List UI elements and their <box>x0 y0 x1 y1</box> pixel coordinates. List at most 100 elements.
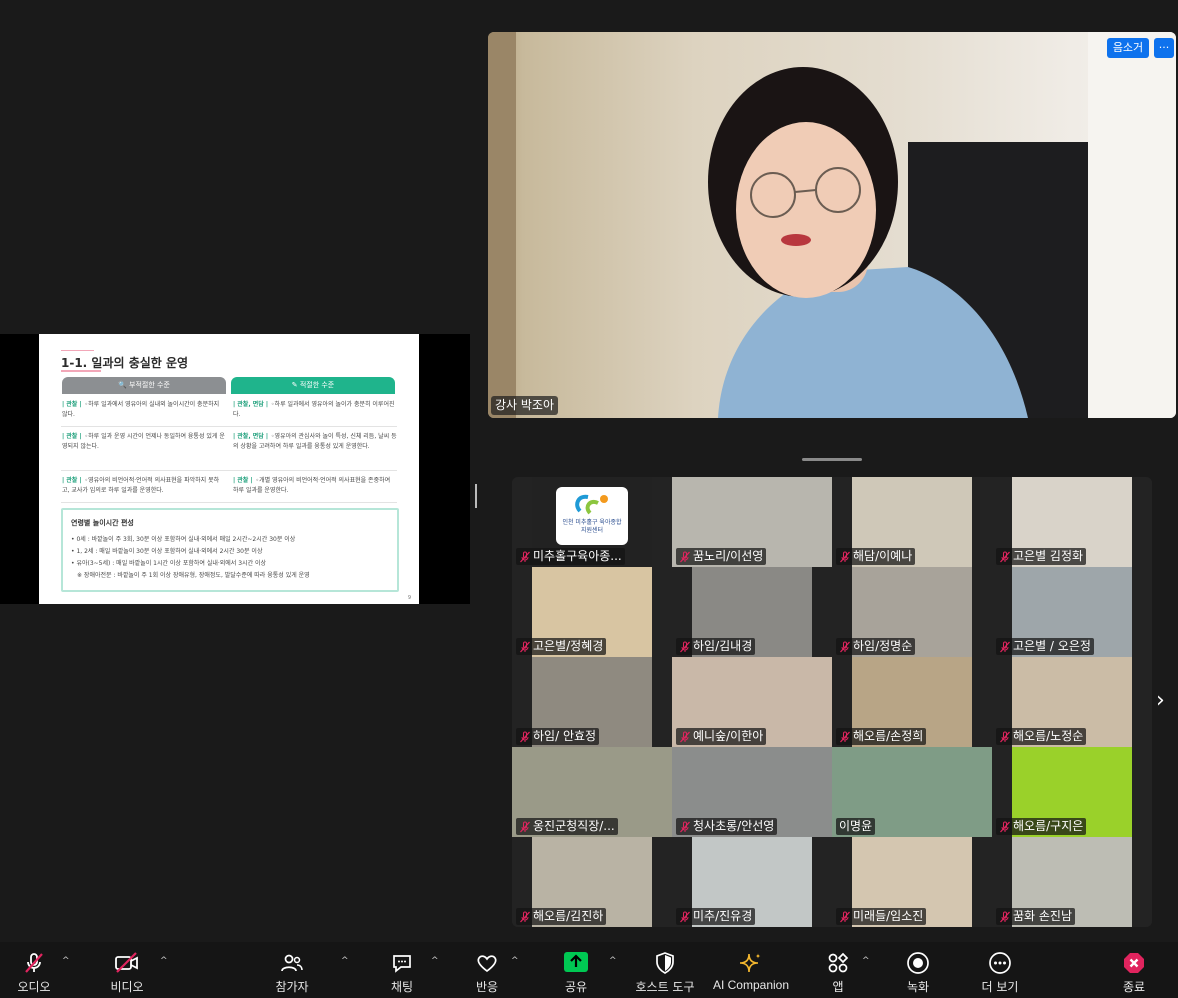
end-meeting-button[interactable]: 종료 <box>1104 942 1164 998</box>
participant-tile[interactable]: 인천 미추홀구 육아종합지원센터미추홀구육아종... <box>512 477 672 567</box>
chat-button[interactable]: 채팅 <box>372 942 432 998</box>
split-view-divider[interactable] <box>475 484 477 508</box>
participant-tile[interactable]: 꿈화 손진남 <box>992 837 1152 927</box>
video-button[interactable]: 비디오 <box>97 942 157 998</box>
participant-name: 옹진군청직장/... <box>533 819 615 833</box>
participants-options-caret-icon[interactable]: ^ <box>341 956 349 966</box>
apps-button[interactable]: 앱 <box>808 942 868 998</box>
participant-tile[interactable]: 미래들/임소진 <box>832 837 992 927</box>
participants-icon <box>281 954 303 972</box>
audio-label: 오디오 <box>17 980 51 994</box>
participant-name: 하임/김내경 <box>693 639 753 653</box>
resize-handle[interactable] <box>802 458 862 461</box>
more-dots-icon <box>989 952 1011 974</box>
play-time-line: • 1, 2세 : 매일 바깥놀이 30분 이상 포함하여 실내·외에서 2시간… <box>71 548 263 555</box>
logo-mark-icon <box>575 494 608 515</box>
next-page-chevron-icon[interactable]: › <box>1156 688 1165 713</box>
share-screen-icon <box>564 952 588 972</box>
microphone-muted-icon <box>1000 731 1010 742</box>
participant-name: 해담/이예나 <box>853 549 913 563</box>
record-button[interactable]: 녹화 <box>888 942 948 998</box>
apps-options-caret-icon[interactable]: ^ <box>862 956 870 966</box>
participant-tile[interactable]: 하임/김내경 <box>672 567 832 657</box>
participant-name-tag: 미래들/임소진 <box>836 908 927 925</box>
chat-options-caret-icon[interactable]: ^ <box>431 956 439 966</box>
participant-name: 청사초롱/안선영 <box>693 819 775 833</box>
slide-title: 1-1. 일과의 충실한 운영 <box>61 356 189 370</box>
participant-name-tag: 꿈화 손진남 <box>996 908 1076 925</box>
host-tools-button[interactable]: 호스트 도구 <box>630 942 700 998</box>
participant-tile[interactable]: 청사초롱/안선영 <box>672 747 832 837</box>
video-label: 비디오 <box>110 980 144 994</box>
participant-name-tag: 해오름/손정희 <box>836 728 927 745</box>
participant-gallery: 인천 미추홀구 육아종합지원센터 미추홀구육아종... 꿈노리/이선영 해담/이예나 고… <box>512 477 1152 927</box>
participant-tile[interactable]: 해오름/손정희 <box>832 657 992 747</box>
active-speaker-video[interactable]: 음소거 ··· 강사 박조아 <box>488 32 1176 418</box>
record-label: 녹화 <box>906 980 930 994</box>
adequate-level-header: ✎ 적절한 수준 <box>231 377 395 394</box>
participant-tile[interactable]: 해담/이예나 <box>832 477 992 567</box>
ai-companion-button[interactable]: AI Companion <box>706 942 796 998</box>
microphone-muted-icon <box>25 953 43 973</box>
participant-name: 해오름/노정순 <box>1013 729 1084 743</box>
play-time-box-title: 연령별 놀이시간 편성 <box>71 519 134 527</box>
audio-options-caret-icon[interactable]: ^ <box>62 956 70 966</box>
meeting-toolbar: 오디오 ^ 비디오 ^ 참가자 ^ 채팅 ^ 반응 ^ 공유 ^ 호스트 도구 … <box>0 942 1178 998</box>
reactions-label: 반응 <box>475 980 499 994</box>
more-options-button[interactable]: ··· <box>1154 38 1174 58</box>
participant-name: 해오름/구지은 <box>1013 819 1084 833</box>
participant-tile[interactable]: 하임/정명순 <box>832 567 992 657</box>
play-time-box: 연령별 놀이시간 편성 • 0세 : 바깥놀이 주 3회, 30분 이상 포함하… <box>61 508 399 592</box>
share-button[interactable]: 공유 <box>546 942 606 998</box>
participant-name-tag: 해담/이예나 <box>836 548 916 565</box>
share-options-caret-icon[interactable]: ^ <box>609 956 617 966</box>
reactions-options-caret-icon[interactable]: ^ <box>511 956 519 966</box>
microphone-muted-icon <box>520 551 530 562</box>
participants-button[interactable]: 참가자 <box>262 942 322 998</box>
mute-button[interactable]: 음소거 <box>1107 38 1149 58</box>
participant-tile[interactable]: 예니숲/이한아 <box>672 657 832 747</box>
organization-logo: 인천 미추홀구 육아종합지원센터 <box>556 487 628 545</box>
participant-tile[interactable]: 옹진군청직장/... <box>512 747 672 837</box>
shared-screen: 1-1. 일과의 충실한 운영 🔍 부적절한 수준 ✎ 적절한 수준 | 관찰 … <box>0 334 470 604</box>
microphone-muted-icon <box>680 821 690 832</box>
row-separator <box>61 470 397 471</box>
title-underline <box>61 370 101 372</box>
more-button[interactable]: 더 보기 <box>970 942 1030 998</box>
participant-name: 미추홀구육아종... <box>533 549 622 563</box>
participant-tile[interactable]: 이명윤 <box>832 747 992 837</box>
participant-name-tag: 옹진군청직장/... <box>516 818 618 835</box>
participant-tile[interactable]: 미추/진유경 <box>672 837 832 927</box>
participant-name-tag: 고은별 / 오은정 <box>996 638 1094 655</box>
speaker-name-tag: 강사 박조아 <box>491 396 559 415</box>
participant-name: 미래들/임소진 <box>853 909 924 923</box>
participant-name: 해오름/손정희 <box>853 729 924 743</box>
video-options-caret-icon[interactable]: ^ <box>160 956 168 966</box>
participant-tile[interactable]: 꿈노리/이선영 <box>672 477 832 567</box>
participant-tile[interactable]: 고은별 김정화 <box>992 477 1152 567</box>
microphone-muted-icon <box>520 641 530 652</box>
microphone-muted-icon <box>840 911 850 922</box>
apps-icon <box>828 952 849 973</box>
participant-name: 고은별/정혜경 <box>533 639 604 653</box>
chat-icon <box>393 955 411 973</box>
microphone-muted-icon <box>840 641 850 652</box>
participant-tile[interactable]: 해오름/구지은 <box>992 747 1152 837</box>
participant-name: 하임/ 안효정 <box>533 729 597 743</box>
inadequate-level-header: 🔍 부적절한 수준 <box>62 377 226 394</box>
speaker-video-frame <box>488 32 1176 418</box>
apps-label: 앱 <box>832 980 844 994</box>
participant-name-tag: 꿈노리/이선영 <box>676 548 767 565</box>
microphone-muted-icon <box>840 551 850 562</box>
microphone-muted-icon <box>1000 911 1010 922</box>
reactions-button[interactable]: 반응 <box>457 942 517 998</box>
participant-name-tag: 하임/김내경 <box>676 638 756 655</box>
participant-tile[interactable]: 해오름/김진하 <box>512 837 672 927</box>
row3-bad: | 관찰 | ◦영유아의 비언어적·언어적 의사표현을 파악하지 못하고, 교사가… <box>62 477 220 494</box>
participant-tile[interactable]: 고은별 / 오은정 <box>992 567 1152 657</box>
participant-tile[interactable]: 하임/ 안효정 <box>512 657 672 747</box>
participant-tile[interactable]: 해오름/노정순 <box>992 657 1152 747</box>
participant-tile[interactable]: 고은별/정혜경 <box>512 567 672 657</box>
host-tools-label: 호스트 도구 <box>635 980 695 994</box>
audio-button[interactable]: 오디오 <box>4 942 64 998</box>
